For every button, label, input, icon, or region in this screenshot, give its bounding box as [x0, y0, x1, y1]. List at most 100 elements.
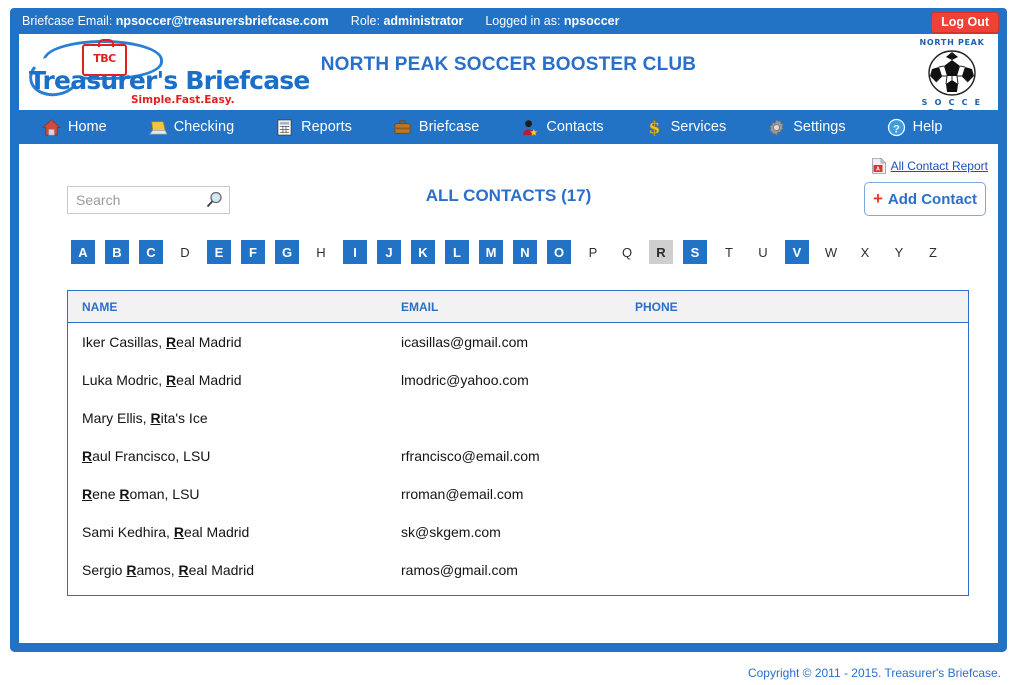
nav-label-help: Help — [912, 119, 943, 135]
briefcase-email-value: npsoccer@treasurersbriefcase.com — [115, 14, 329, 28]
contacts-panel: A All Contact Report ALL CONTACTS (17) +… — [10, 144, 1007, 652]
column-header-email: EMAIL — [401, 299, 439, 314]
person-star-icon — [523, 119, 539, 136]
logged-in-field: Logged in as: npsoccer — [485, 14, 619, 28]
column-header-name: NAME — [82, 299, 118, 314]
svg-text:?: ? — [893, 123, 900, 135]
table-row[interactable]: Raul Francisco, LSU rfrancisco@email.com — [68, 437, 968, 475]
club-logo: NORTH PEAK S O C C E R — [918, 38, 986, 117]
nav-label-home: Home — [68, 119, 107, 135]
table-row[interactable]: Iker Casillas, Real Madrid icasillas@gmai… — [68, 323, 968, 361]
brand-tagline: Simple.Fast.Easy. — [131, 94, 235, 106]
table-header-row: NAME EMAIL PHONE — [68, 291, 968, 323]
alpha-filter-s[interactable]: S — [683, 240, 707, 264]
pdf-icon: A — [871, 158, 886, 174]
alpha-filter-q: Q — [621, 244, 633, 260]
table-row[interactable]: Sergio Ramos, Real Madrid ramos@gmail.com — [68, 551, 968, 589]
alpha-filter-t: T — [725, 244, 733, 260]
nav-label-checking: Checking — [173, 119, 235, 135]
cell-name: Sami Kedhira, Real Madrid — [82, 524, 250, 540]
table-row[interactable]: Sami Kedhira, Real Madrid sk@skgem.com — [68, 513, 968, 551]
cell-name: Raul Francisco, LSU — [82, 448, 211, 464]
log-out-button[interactable]: Log Out — [931, 12, 999, 33]
laptop-icon — [148, 120, 167, 135]
alpha-filter-n[interactable]: N — [513, 240, 537, 264]
soccer-ball-icon — [928, 50, 976, 96]
briefcase-icon — [394, 119, 411, 134]
contacts-table: NAME EMAIL PHONE Iker Casillas, Real Mad… — [67, 290, 969, 596]
alpha-filter-y: Y — [894, 244, 904, 260]
alpha-filter-c[interactable]: C — [139, 240, 163, 264]
briefcase-email-field: Briefcase Email: npsoccer@treasurersbrie… — [22, 14, 329, 28]
alpha-filter-z: Z — [929, 244, 937, 260]
alpha-filter-j[interactable]: J — [377, 240, 401, 264]
spreadsheet-icon — [277, 118, 292, 136]
cell-name: Luka Modric, Real Madrid — [82, 372, 242, 388]
cell-email: lmodric@yahoo.com — [401, 372, 529, 388]
plus-icon: + — [872, 189, 883, 208]
column-header-phone: PHONE — [635, 299, 678, 314]
house-icon — [42, 118, 61, 135]
alpha-filter-e[interactable]: E — [207, 240, 231, 264]
alpha-filter-w: W — [824, 244, 838, 260]
masthead: TBC Treasurer's Briefcase Simple.Fast.Ea… — [10, 34, 1007, 117]
add-contact-button[interactable]: + Add Contact — [864, 182, 986, 216]
page-title: ALL CONTACTS (17) — [425, 186, 592, 205]
nav-item-services[interactable]: $ Services — [645, 118, 727, 137]
alpha-filter-l[interactable]: L — [445, 240, 469, 264]
alpha-filter-o[interactable]: O — [547, 240, 571, 264]
nav-label-services: Services — [670, 119, 727, 135]
alpha-filter-x: X — [860, 244, 870, 260]
top-utility-bar: Briefcase Email: npsoccer@treasurersbrie… — [10, 8, 1007, 34]
nav-label-reports: Reports — [301, 119, 352, 135]
main-navigation: Home Checking Reports Briefcase Contacts… — [10, 110, 1007, 144]
club-title: NORTH PEAK SOCCER BOOSTER CLUB — [320, 54, 697, 75]
dollar-icon: $ — [648, 118, 660, 137]
nav-item-home[interactable]: Home — [42, 118, 107, 137]
club-logo-top-text: NORTH PEAK — [919, 38, 985, 47]
nav-item-checking[interactable]: Checking — [148, 118, 234, 137]
table-row[interactable]: Luka Modric, Real Madrid lmodric@yahoo.co… — [68, 361, 968, 399]
add-contact-label: Add Contact — [887, 190, 978, 208]
alpha-filter-v[interactable]: V — [785, 240, 809, 264]
svg-text:A: A — [876, 167, 880, 173]
nav-item-settings[interactable]: Settings — [767, 118, 846, 137]
logged-in-value: npsoccer — [563, 14, 620, 28]
svg-text:$: $ — [648, 118, 660, 136]
alpha-filter-d: D — [180, 244, 190, 260]
nav-item-briefcase[interactable]: Briefcase — [393, 118, 479, 137]
alpha-filter-h: H — [316, 244, 326, 260]
alpha-filter-k[interactable]: K — [411, 240, 435, 264]
cell-name: Iker Casillas, Real Madrid — [82, 334, 242, 350]
nav-label-briefcase: Briefcase — [418, 119, 480, 135]
gear-icon — [769, 118, 784, 136]
alpha-filter-a[interactable]: A — [71, 240, 95, 264]
nav-label-settings: Settings — [793, 119, 846, 135]
cell-email: rfrancisco@email.com — [401, 448, 540, 464]
alpha-filter-u: U — [758, 244, 768, 260]
question-circle-icon: ? — [887, 118, 905, 136]
cell-name: Mary Ellis, Rita's Ice — [82, 410, 208, 426]
nav-item-help[interactable]: ? Help — [887, 118, 943, 137]
briefcase-handle-icon — [98, 39, 114, 47]
table-row[interactable]: Rene Roman, LSU rroman@email.com — [68, 475, 968, 513]
alpha-filter-i[interactable]: I — [343, 240, 367, 264]
alpha-filter-m[interactable]: M — [479, 240, 503, 264]
all-contact-report-label: All Contact Report — [890, 159, 988, 173]
table-row[interactable]: Mary Ellis, Rita's Ice — [68, 399, 968, 437]
all-contact-report-link[interactable]: A All Contact Report — [871, 158, 988, 174]
alpha-filter-f[interactable]: F — [241, 240, 265, 264]
cell-email: ramos@gmail.com — [401, 562, 518, 578]
role-label: Role: — [350, 14, 380, 28]
briefcase-email-label: Briefcase Email: — [22, 14, 113, 28]
cell-email: sk@skgem.com — [401, 524, 501, 540]
alpha-filter-p: P — [588, 244, 598, 260]
nav-item-contacts[interactable]: Contacts — [520, 118, 604, 137]
role-field: Role: administrator — [351, 14, 464, 28]
alpha-filter-b[interactable]: B — [105, 240, 129, 264]
cell-email: icasillas@gmail.com — [401, 334, 529, 350]
alpha-filter-r[interactable]: R — [649, 240, 673, 264]
alpha-filter-g[interactable]: G — [275, 240, 299, 264]
cell-email: rroman@email.com — [401, 486, 524, 502]
nav-item-reports[interactable]: Reports — [275, 118, 352, 137]
